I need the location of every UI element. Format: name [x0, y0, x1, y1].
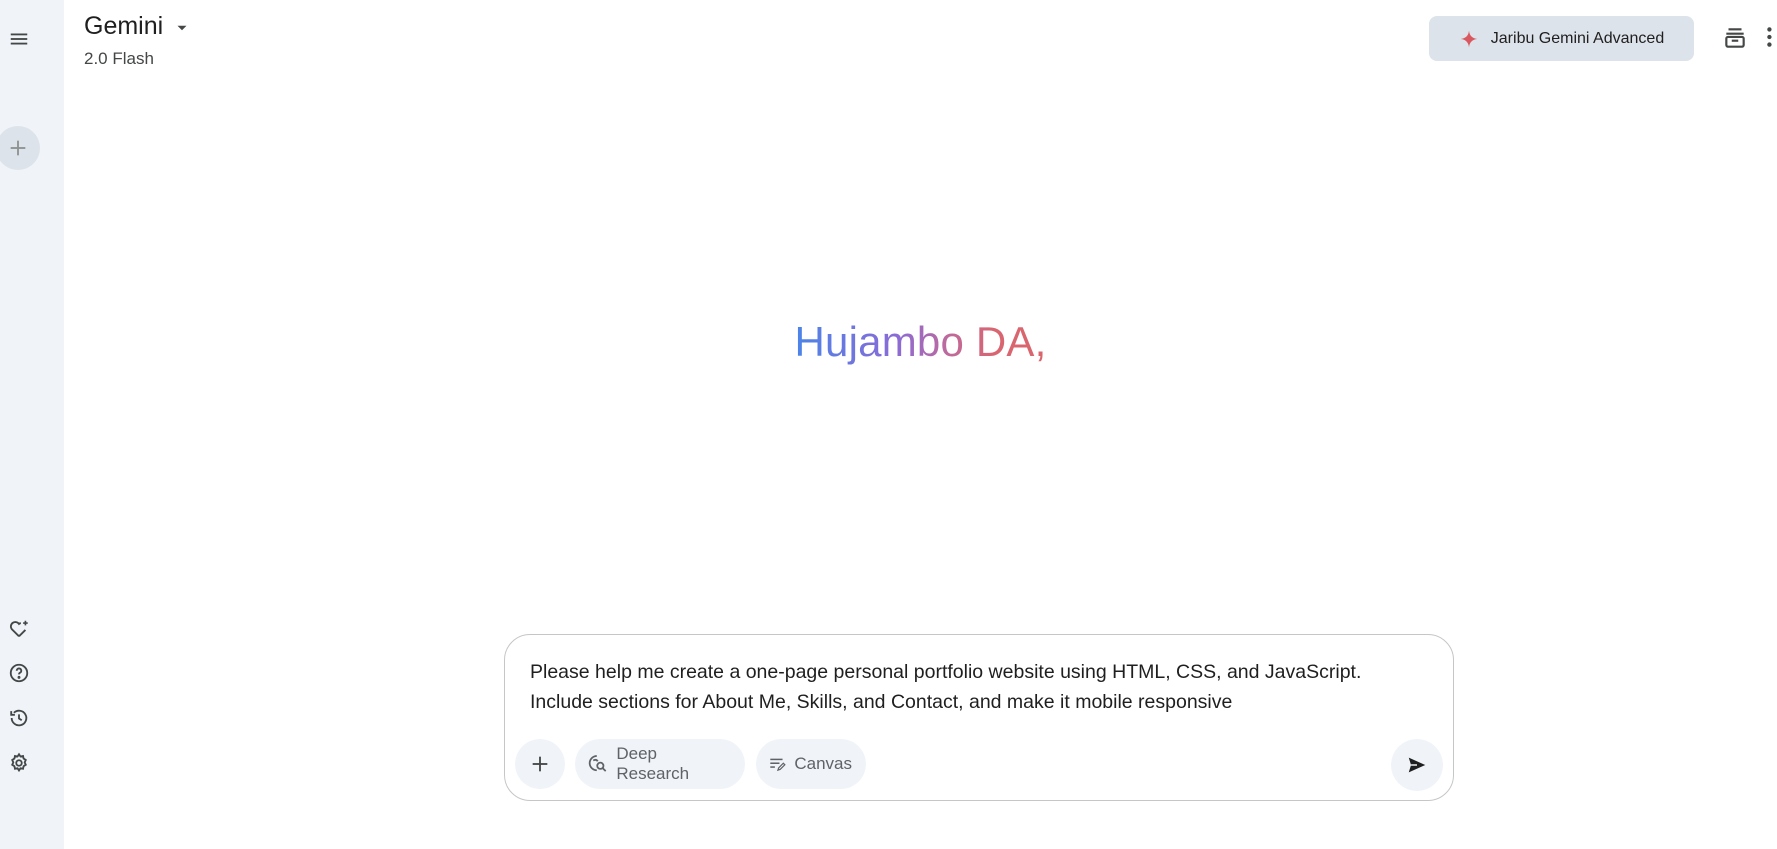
history-icon [10, 709, 28, 727]
canvas-icon [770, 758, 786, 772]
gear-icon [11, 752, 27, 773]
gemini-app: Gemini 2.0 Flash Jaribu Gemini Advanced … [0, 0, 1777, 849]
canvas-label: Canvas [794, 754, 852, 773]
archive-button[interactable] [1717, 20, 1753, 56]
prompt-input[interactable]: Please help me create a one-page persona… [530, 657, 1420, 717]
menu-icon [10, 33, 28, 45]
menu-button[interactable] [0, 20, 38, 58]
brand-title: Gemini [84, 12, 164, 40]
archive-icon [1725, 28, 1745, 48]
caret-down-icon [173, 17, 191, 37]
plus-icon [532, 756, 548, 772]
settings-button[interactable] [0, 744, 38, 782]
help-button[interactable] [0, 654, 38, 692]
send-icon [1408, 757, 1426, 773]
model-name: 2.0 Flash [84, 49, 154, 68]
more-vert-icon [1767, 27, 1772, 47]
model-switcher[interactable]: Gemini [84, 12, 191, 41]
new-chat-button[interactable] [0, 126, 40, 170]
gem-heart-icon [10, 620, 28, 637]
canvas-chip[interactable]: Canvas [756, 739, 866, 789]
prompt-composer[interactable]: Please help me create a one-page persona… [504, 634, 1454, 801]
gem-manager-button[interactable] [0, 610, 38, 648]
upload-button[interactable] [515, 739, 565, 789]
sidebar-rail [0, 0, 64, 849]
spark-icon [1460, 30, 1478, 47]
more-options-button[interactable] [1764, 22, 1777, 52]
upgrade-label: Jaribu Gemini Advanced [1490, 29, 1665, 47]
greeting-text: Hujambo DA, [794, 318, 1047, 365]
deep-research-chip[interactable]: Deep Research [575, 739, 745, 789]
help-icon [9, 663, 29, 683]
send-button[interactable] [1391, 739, 1443, 791]
deep-research-icon [588, 755, 607, 772]
deep-research-label: Deep Research [616, 744, 690, 783]
activity-button[interactable] [0, 699, 38, 737]
greeting: Hujambo DA, [64, 318, 1777, 366]
upgrade-button[interactable]: Jaribu Gemini Advanced [1429, 16, 1694, 61]
plus-icon [10, 140, 26, 156]
